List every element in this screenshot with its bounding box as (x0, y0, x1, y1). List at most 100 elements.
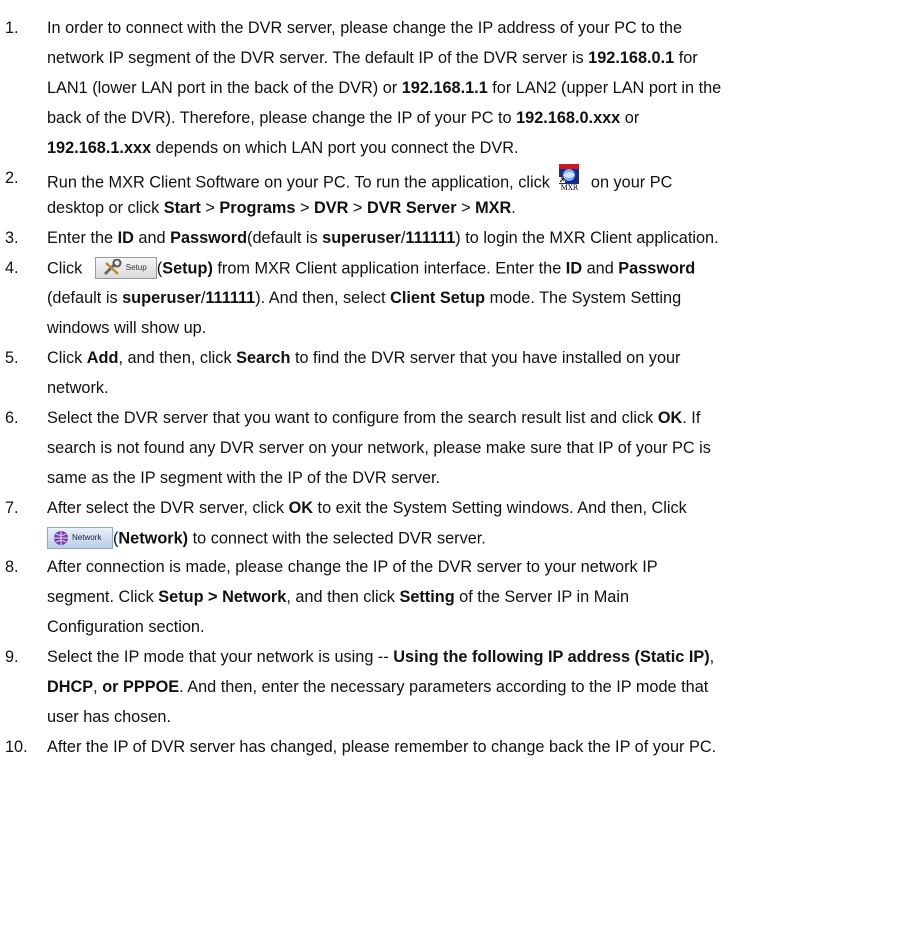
text-run: segment. Click (47, 588, 159, 606)
bold-term: 192.168.1.1 (401, 79, 488, 97)
network-button-label: Network (72, 533, 102, 542)
step-text-line: windows will show up. (47, 318, 206, 338)
text-run: . And then, enter the necessary paramete… (179, 678, 709, 696)
bold-term: Search (236, 349, 291, 367)
step-number: 7. (5, 499, 19, 517)
text-run: search is not found any DVR server on yo… (47, 439, 711, 457)
tools-icon (103, 259, 122, 276)
bold-term: or PPPOE (102, 678, 180, 696)
text-run: > (200, 199, 220, 217)
text-run: In order to connect with the DVR server,… (47, 19, 683, 37)
text-run: > (348, 199, 367, 217)
step-text-line: Network (Network) to connect with the sel… (47, 527, 486, 550)
bold-term: OK (657, 409, 683, 427)
step-text-line: LAN1 (lower LAN port in the back of the … (47, 78, 721, 98)
text-run: > (295, 199, 314, 217)
step-text-line: network. (47, 378, 109, 398)
step-number: 1. (5, 19, 19, 37)
text-run: user has chosen. (47, 708, 171, 726)
text-run: for LAN2 (upper LAN port in the (487, 79, 722, 97)
bold-term: Network) (118, 529, 189, 548)
step-text-line: segment. Click Setup > Network, and then… (47, 587, 629, 607)
mxr-app-icon: MXR (558, 164, 580, 194)
bold-term: Using the following IP address (Static I… (393, 648, 710, 666)
text-run: for (674, 49, 698, 67)
text-run: , and then click (286, 588, 400, 606)
bold-term: Setting (399, 588, 455, 606)
bold-term: Client Setup (390, 289, 486, 307)
text-run: mode. The System Setting (485, 289, 682, 307)
text-run: LAN1 (lower LAN port in the back of the … (47, 79, 402, 97)
text-run: ). And then, select (255, 289, 391, 307)
bold-term: ID (117, 229, 134, 247)
bold-term: Setup > Network (158, 588, 287, 606)
bold-term: DVR Server (366, 199, 457, 217)
step-text-line: In order to connect with the DVR server,… (47, 18, 682, 38)
setup-button[interactable]: Setup (94, 257, 157, 279)
network-globe-icon (54, 531, 68, 545)
step-text-line: same as the IP segment with the IP of th… (47, 468, 440, 488)
bold-term: ID (565, 259, 583, 278)
step-text-line: Click Setup (Setup) from MXR Client appli… (47, 257, 696, 280)
text-run: or (620, 109, 640, 127)
text-run: on your PC (586, 173, 673, 192)
step-text-line: search is not found any DVR server on yo… (47, 438, 711, 458)
step-text-line: Select the IP mode that your network is … (47, 647, 714, 667)
bold-term: superuser (322, 229, 401, 247)
bold-term: superuser (122, 289, 201, 307)
step-text-line: (default is superuser/111111). And then,… (47, 288, 681, 308)
bold-term: Password (170, 229, 248, 247)
text-run: and (133, 229, 171, 247)
step-text-line: user has chosen. (47, 707, 171, 727)
step-number: 2. (5, 169, 19, 187)
step-number: 8. (5, 558, 19, 576)
bold-term: OK (288, 499, 314, 517)
bold-term: DHCP (47, 678, 94, 696)
text-run: , (93, 678, 103, 696)
step-text-line: After connection is made, please change … (47, 557, 658, 577)
step-number: 3. (5, 229, 19, 247)
bold-term: Password (618, 259, 696, 278)
text-run: Enter the (47, 229, 118, 247)
text-run: (default is (247, 229, 323, 247)
step-number: 4. (5, 259, 19, 277)
bold-term: 192.168.0.1 (588, 49, 675, 67)
text-run: , and then, click (118, 349, 237, 367)
bold-term: Start (163, 199, 201, 217)
text-run: > (456, 199, 476, 217)
network-button[interactable]: Network (47, 527, 113, 549)
text-run: Select the IP mode that your network is … (47, 648, 394, 666)
step-text-line: DHCP, or PPPOE. And then, enter the nece… (47, 677, 708, 697)
step-text-line: Configuration section. (47, 617, 204, 637)
bold-term: Programs (219, 199, 296, 217)
text-run: to connect with the selected DVR server. (188, 529, 486, 548)
bold-term: 111111 (405, 229, 456, 247)
setup-button-label: Setup (125, 263, 147, 272)
text-run: to find the DVR server that you have ins… (290, 349, 681, 367)
mxr-icon-caption: MXR (560, 184, 579, 192)
step-text-line: desktop or click Start > Programs > DVR … (47, 198, 516, 218)
bold-term: 192.168.1.xxx (47, 139, 152, 157)
text-run: After select the DVR server, click (47, 499, 289, 517)
text-run: network IP segment of the DVR server. Th… (47, 49, 589, 67)
text-run: Click (47, 259, 87, 278)
bold-term: Setup) (162, 259, 213, 278)
text-run: After the IP of DVR server has changed, … (47, 738, 717, 756)
step-text-line: Select the DVR server that you want to c… (47, 408, 700, 428)
text-run: Run the MXR Client Software on your PC. … (47, 173, 555, 192)
step-text-line: network IP segment of the DVR server. Th… (47, 48, 698, 68)
bold-term: 111111 (205, 289, 256, 307)
step-text-line: Enter the ID and Password(default is sup… (47, 228, 719, 248)
text-run: Select the DVR server that you want to c… (47, 409, 658, 427)
step-number: 5. (5, 349, 19, 367)
text-run: windows will show up. (47, 319, 207, 337)
step-number: 9. (5, 648, 19, 666)
step-text-line: 192.168.1.xxx depends on which LAN port … (47, 138, 519, 158)
bold-term: MXR (475, 199, 512, 217)
bold-term: DVR (313, 199, 349, 217)
text-run: from MXR Client application interface. E… (212, 259, 566, 278)
text-run: back of the DVR). Therefore, please chan… (47, 109, 517, 127)
text-run: . If (682, 409, 701, 427)
text-run: After connection is made, please change … (47, 558, 658, 576)
text-run: same as the IP segment with the IP of th… (47, 469, 441, 487)
